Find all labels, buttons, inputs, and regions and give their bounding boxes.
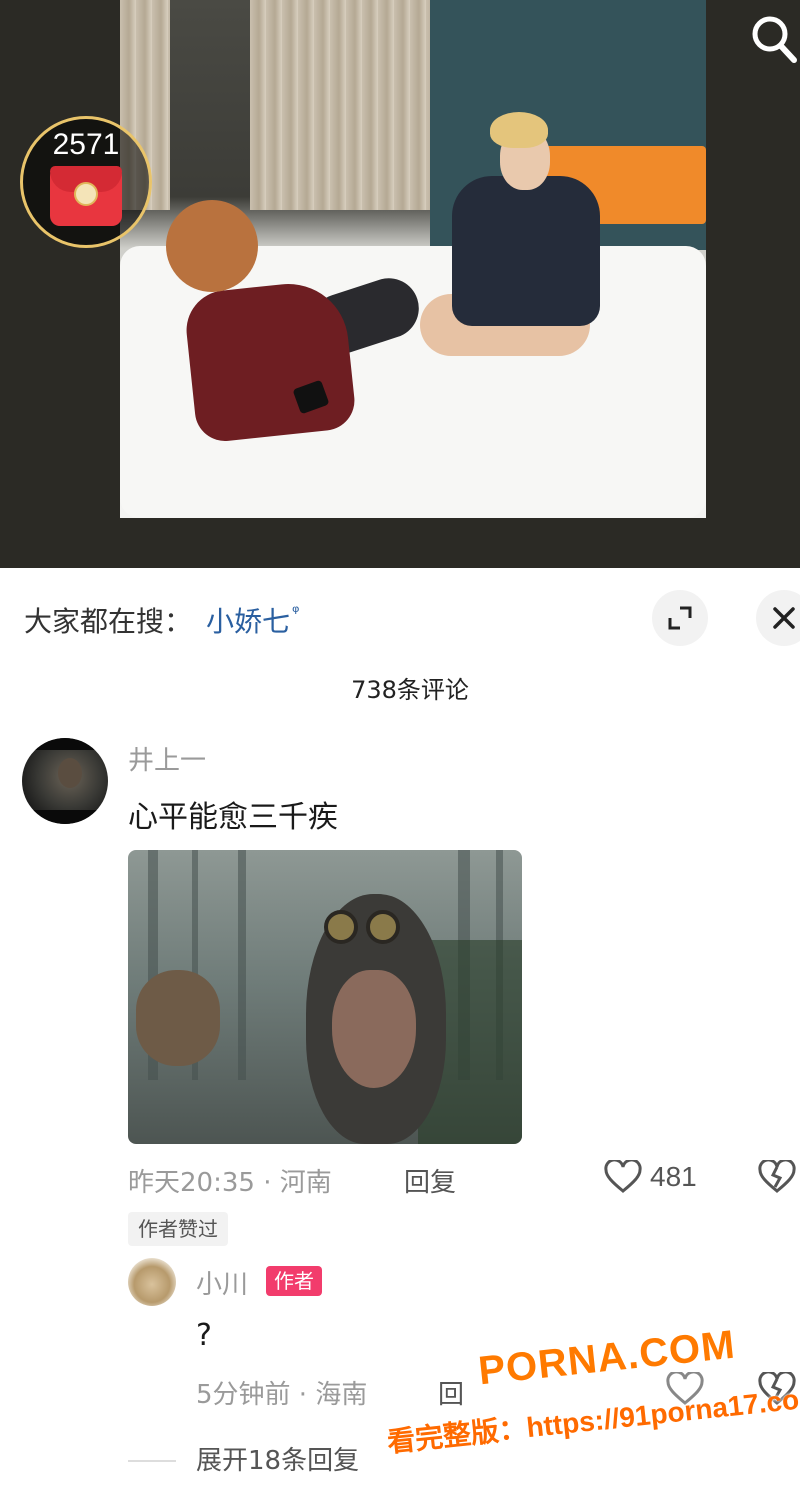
red-envelope-icon bbox=[50, 166, 122, 226]
like-count: 481 bbox=[650, 1161, 697, 1192]
reply-text: ? bbox=[196, 1318, 212, 1353]
heart-icon bbox=[604, 1160, 642, 1193]
red-packet-count: 2571 bbox=[52, 128, 120, 161]
reply-button[interactable]: 回 bbox=[438, 1374, 464, 1411]
author-liked-badge: 作者赞过 bbox=[128, 1212, 228, 1246]
small-search-icon: ᵠ bbox=[292, 601, 300, 623]
expand-button[interactable] bbox=[652, 590, 708, 646]
trending-search-bar[interactable]: 大家都在搜： 小娇七 ᵠ bbox=[24, 598, 300, 642]
video-player[interactable]: 2571 bbox=[0, 0, 800, 568]
trending-search-term[interactable]: 小娇七 bbox=[206, 600, 290, 640]
reply-meta: 5分钟前 · 海南 bbox=[196, 1380, 368, 1410]
reply-username[interactable]: 小川 bbox=[196, 1264, 248, 1301]
author-badge: 作者 bbox=[266, 1266, 322, 1296]
comment-username[interactable]: 井上一 bbox=[128, 740, 206, 777]
divider bbox=[128, 1460, 176, 1462]
avatar[interactable] bbox=[22, 738, 108, 824]
like-button[interactable]: 481 bbox=[604, 1160, 697, 1194]
reply-button[interactable]: 回复 bbox=[404, 1162, 456, 1199]
comment-image[interactable] bbox=[128, 850, 522, 1144]
expand-icon bbox=[668, 606, 692, 630]
avatar[interactable] bbox=[128, 1258, 176, 1306]
comment-text: 心平能愈三千疾 bbox=[128, 800, 338, 835]
dislike-button[interactable] bbox=[758, 1158, 796, 1198]
comment-meta: 昨天20:35 · 河南 bbox=[128, 1168, 332, 1198]
trending-search-label: 大家都在搜： bbox=[24, 605, 193, 638]
comment-count: 738条评论 bbox=[351, 676, 469, 704]
broken-heart-icon bbox=[758, 1158, 796, 1193]
expand-replies-button[interactable]: 展开18条回复 bbox=[196, 1440, 359, 1477]
search-icon bbox=[752, 16, 797, 63]
video-frame bbox=[120, 0, 706, 518]
close-button[interactable] bbox=[756, 590, 800, 646]
red-packet-widget[interactable]: 2571 bbox=[20, 116, 158, 248]
search-button[interactable] bbox=[748, 8, 800, 64]
close-icon bbox=[773, 607, 795, 629]
